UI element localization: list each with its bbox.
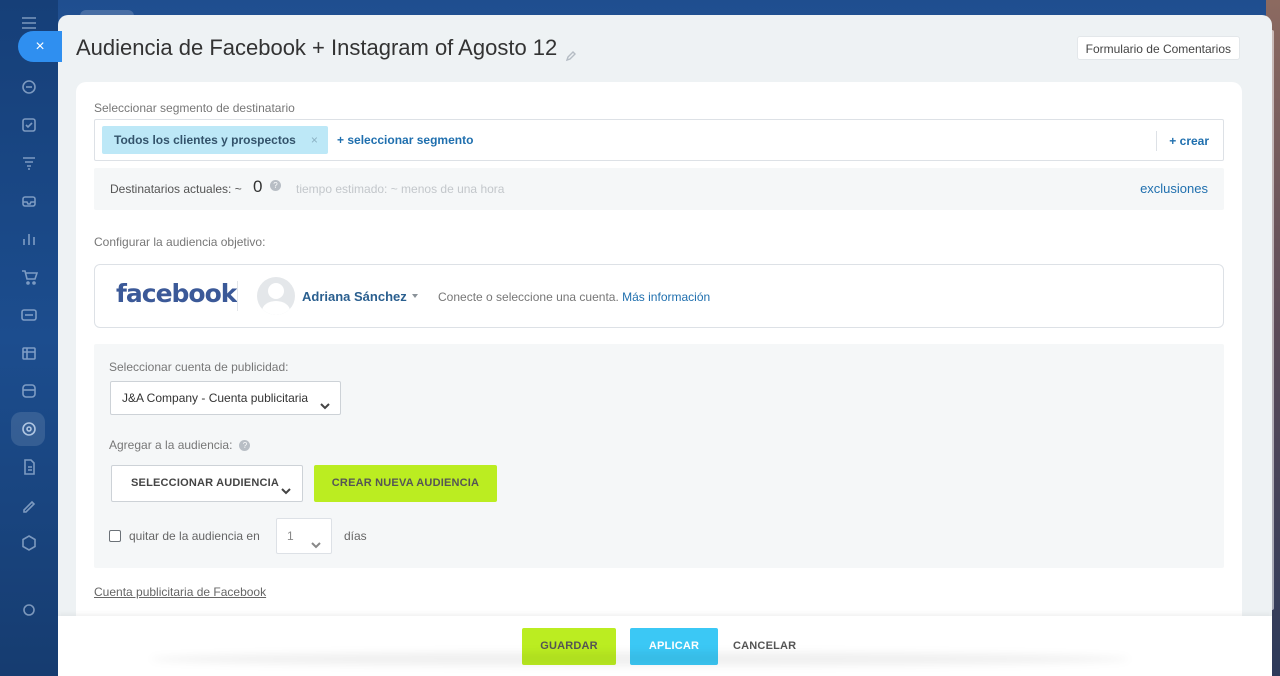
ad-account-label: Seleccionar cuenta de publicidad: xyxy=(109,360,289,374)
chevron-down-icon xyxy=(280,477,292,495)
days-label: días xyxy=(344,529,367,543)
calendar-icon[interactable] xyxy=(19,343,39,363)
select-audience-dropdown[interactable]: SELECCIONAR AUDIENCIA xyxy=(111,465,303,502)
footer-bar: GUARDAR APLICAR CANCELAR xyxy=(58,616,1272,676)
segment-selector[interactable]: Todos los clientes y prospectos × + sele… xyxy=(94,119,1224,161)
activity-icon[interactable] xyxy=(19,77,39,97)
facebook-logo: facebook xyxy=(116,279,237,308)
settings-icon[interactable] xyxy=(19,600,39,620)
recipients-count: 0 xyxy=(253,177,263,196)
more-info-link[interactable]: Más información xyxy=(622,290,710,304)
days-value: 1 xyxy=(287,529,294,543)
account-hint-text: Conecte o seleccione una cuenta. xyxy=(438,290,619,304)
recipients-bar: Destinatarios actuales: ~ 0 ? tiempo est… xyxy=(94,168,1224,210)
document-icon[interactable] xyxy=(19,457,39,477)
days-select[interactable]: 1 xyxy=(276,518,332,554)
segment-label: Seleccionar segmento de destinatario xyxy=(94,101,295,115)
create-segment-link[interactable]: + crear xyxy=(1156,131,1223,151)
ad-account-value: J&A Company - Cuenta publicitaria xyxy=(122,391,309,405)
create-new-audience-button[interactable]: CREAR NUEVA AUDIENCIA xyxy=(314,465,497,502)
analytics-icon[interactable] xyxy=(19,229,39,249)
close-button[interactable]: × xyxy=(18,31,62,62)
storage-icon[interactable] xyxy=(19,381,39,401)
account-hint: Conecte o seleccione una cuenta. Más inf… xyxy=(438,290,710,304)
segment-tag[interactable]: Todos los clientes y prospectos × xyxy=(102,126,328,154)
add-to-audience-label: Agregar a la audiencia: xyxy=(109,438,233,452)
help-icon[interactable]: ? xyxy=(239,439,251,451)
page-title: Audiencia de Facebook + Instagram of Ago… xyxy=(76,35,558,60)
cube-icon[interactable] xyxy=(19,533,39,553)
feedback-form-button[interactable]: Formulario de Comentarios xyxy=(1076,36,1240,60)
inbox-icon[interactable] xyxy=(19,191,39,211)
funnel-icon[interactable] xyxy=(19,153,39,173)
close-icon: × xyxy=(35,37,45,55)
add-segment-link[interactable]: + seleccionar segmento xyxy=(337,133,473,147)
chevron-down-icon xyxy=(319,392,331,410)
page-title-wrap: Audiencia de Facebook + Instagram of Ago… xyxy=(76,35,577,62)
marketing-icon[interactable] xyxy=(19,419,39,439)
account-user-dropdown[interactable]: Adriana Sánchez xyxy=(302,289,407,304)
content-card: Seleccionar segmento de destinatario Tod… xyxy=(76,82,1242,642)
audience-slider-panel: Audiencia de Facebook + Instagram of Ago… xyxy=(58,15,1272,676)
sign-icon[interactable] xyxy=(19,495,39,515)
remove-tag-icon[interactable]: × xyxy=(311,126,318,154)
remove-label: quitar de la audiencia en xyxy=(129,529,260,543)
audience-settings: Seleccionar cuenta de publicidad: J&A Co… xyxy=(94,344,1224,568)
cart-icon[interactable] xyxy=(19,267,39,287)
estimated-time: tiempo estimado: ~ menos de una hora xyxy=(296,182,505,196)
tasks-icon[interactable] xyxy=(19,115,39,135)
footer-shadow xyxy=(150,652,1130,666)
avatar xyxy=(257,277,295,315)
help-icon[interactable]: ? xyxy=(270,180,281,191)
menu-icon[interactable] xyxy=(19,13,39,33)
segment-tag-label: Todos los clientes y prospectos xyxy=(114,133,296,147)
add-to-audience-row: Agregar a la audiencia: ? xyxy=(109,438,251,452)
exclusions-link[interactable]: exclusiones xyxy=(1140,181,1208,196)
facebook-ad-account-link[interactable]: Cuenta publicitaria de Facebook xyxy=(94,585,266,599)
select-audience-label: SELECCIONAR AUDIENCIA xyxy=(131,477,280,489)
ad-account-select[interactable]: J&A Company - Cuenta publicitaria xyxy=(110,381,341,415)
divider xyxy=(237,281,238,311)
facebook-account-box: facebook Adriana Sánchez Conecte o selec… xyxy=(94,264,1224,328)
edit-title-icon[interactable] xyxy=(565,42,577,62)
remove-checkbox[interactable] xyxy=(109,530,121,542)
recipients-label: Destinatarios actuales: ~ xyxy=(110,182,242,196)
configure-audience-label: Configurar la audiencia objetivo: xyxy=(94,235,266,249)
caret-down-icon[interactable] xyxy=(412,294,418,298)
chevron-down-icon xyxy=(310,530,322,549)
app-sidebar xyxy=(0,0,58,676)
card-icon[interactable] xyxy=(19,305,39,325)
